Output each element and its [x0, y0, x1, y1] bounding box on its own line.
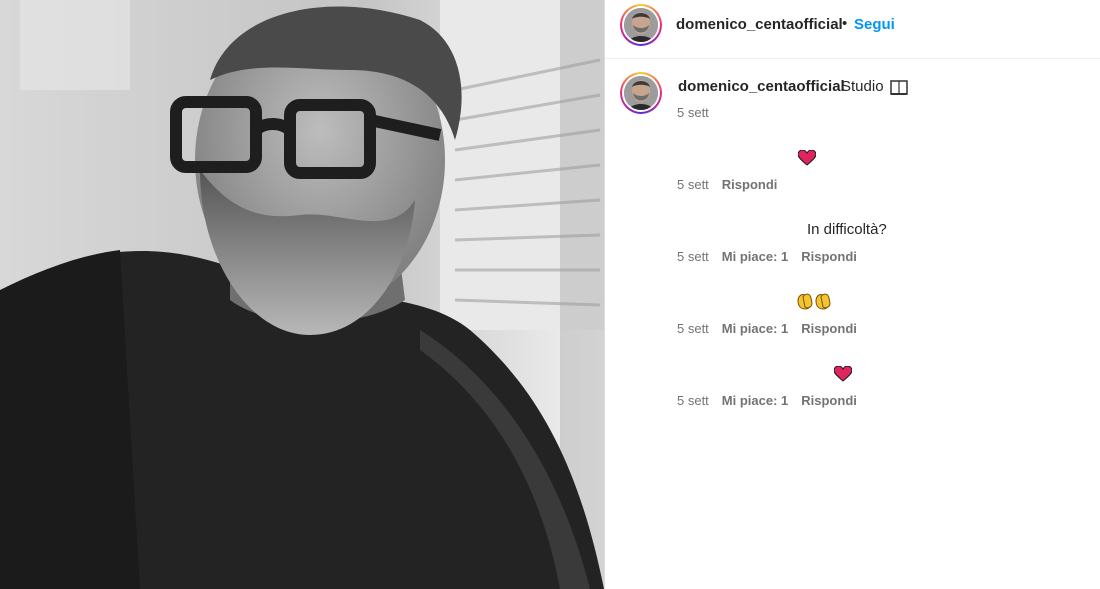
comment-meta: 5 sett Mi piace: 1 Rispondi [677, 249, 857, 264]
author-avatar[interactable] [620, 4, 662, 46]
comment-likes[interactable]: Mi piace: 1 [722, 249, 788, 264]
reply-button[interactable]: Rispondi [801, 249, 857, 264]
comment-item: 5 sett Mi piace: 1 Rispondi [605, 363, 1100, 413]
comment-meta: 5 sett Rispondi [677, 177, 777, 192]
post-photo-image [0, 0, 604, 589]
comment-time[interactable]: 5 sett [677, 249, 709, 264]
reply-button[interactable]: Rispondi [801, 393, 857, 408]
comment-meta: 5 sett Mi piace: 1 Rispondi [677, 321, 857, 336]
heart-emoji-icon [798, 149, 816, 166]
caption-username[interactable]: domenico_centaofficial [678, 78, 845, 95]
comment-likes[interactable]: Mi piace: 1 [722, 393, 788, 408]
comment-item: 5 sett Rispondi [605, 147, 1100, 197]
comment-likes[interactable]: Mi piace: 1 [722, 321, 788, 336]
reply-button[interactable]: Rispondi [722, 177, 778, 192]
header-separator: • [842, 15, 848, 32]
comment-time[interactable]: 5 sett [677, 177, 709, 192]
comment-item: In difficoltà? 5 sett Mi piace: 1 Rispon… [605, 219, 1100, 269]
post-photo[interactable] [0, 0, 604, 589]
reply-button[interactable]: Rispondi [801, 321, 857, 336]
heart-emoji-icon [834, 365, 852, 382]
post-header: domenico_centaofficial • Segui [605, 0, 1100, 59]
author-username[interactable]: domenico_centaofficial [676, 16, 843, 33]
clapping-hands-emoji-icon [795, 291, 833, 311]
comment-time[interactable]: 5 sett [677, 321, 709, 336]
comment-item: 5 sett Mi piace: 1 Rispondi [605, 291, 1100, 341]
comment-time[interactable]: 5 sett [677, 393, 709, 408]
comment-meta: 5 sett Mi piace: 1 Rispondi [677, 393, 857, 408]
open-book-icon [890, 80, 908, 100]
comment-text: In difficoltà? [807, 221, 887, 238]
follow-button[interactable]: Segui [854, 16, 895, 33]
post-side-panel: domenico_centaofficial • Segui domenico_… [604, 0, 1100, 589]
caption-time[interactable]: 5 sett [677, 105, 709, 120]
caption-text: Studio [841, 78, 884, 95]
caption-avatar[interactable] [620, 72, 662, 114]
